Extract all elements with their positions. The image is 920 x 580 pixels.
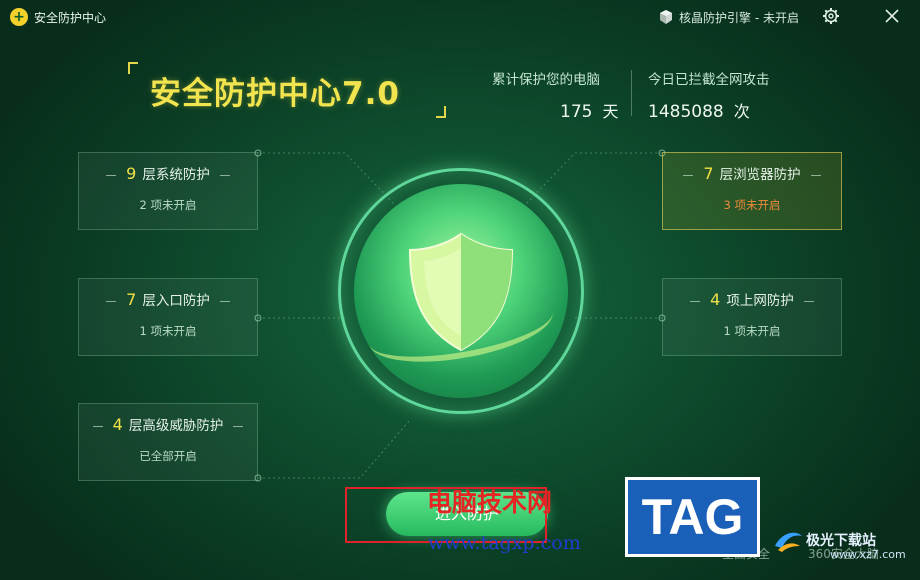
watermark-logo-icon bbox=[775, 532, 802, 552]
card-count: 4 bbox=[710, 290, 721, 309]
stat-value: 175 bbox=[560, 102, 593, 122]
card-status: 1 项未开启 bbox=[723, 324, 781, 338]
stat-protected-days: 累计保护您的电脑 175 天 bbox=[492, 68, 618, 122]
card-status: 3 项未开启 bbox=[723, 198, 781, 212]
stat-unit: 次 bbox=[733, 102, 750, 121]
card-title: 7 层浏览器防护 bbox=[663, 163, 841, 183]
headline-block: 安全防护中心7.0 bbox=[128, 62, 446, 118]
card-count: 4 bbox=[112, 415, 123, 434]
watermark-logo-url: www.xz7.com bbox=[830, 548, 906, 561]
stat-label: 今日已拦截全网攻击 bbox=[648, 72, 770, 88]
title-bar: + 安全防护中心 核晶防护引擎 - 未开启 bbox=[0, 0, 920, 34]
page-title: 安全防护中心7.0 bbox=[150, 76, 400, 112]
card-count: 7 bbox=[703, 164, 714, 183]
card-status: 2 项未开启 bbox=[139, 198, 197, 212]
watermark-logo-text: 极光下载站 bbox=[806, 533, 876, 549]
window-title: 安全防护中心 bbox=[34, 11, 107, 25]
stat-divider bbox=[631, 70, 632, 116]
card-label: 项上网防护 bbox=[726, 293, 794, 309]
app-window: + 安全防护中心 核晶防护引擎 - 未开启 安全防护中心7.0 累计保护您的电脑… bbox=[0, 0, 920, 580]
close-icon[interactable] bbox=[880, 5, 904, 27]
card-label: 层浏览器防护 bbox=[719, 167, 801, 183]
stat-value: 1485088 bbox=[648, 102, 724, 122]
card-title: 4 层高级威胁防护 bbox=[79, 414, 257, 434]
card-entry-protection[interactable]: 7 层入口防护 1 项未开启 bbox=[78, 278, 258, 356]
card-label: 层系统防护 bbox=[142, 167, 210, 183]
card-status: 1 项未开启 bbox=[139, 324, 197, 338]
card-title: 4 项上网防护 bbox=[663, 289, 841, 309]
bracket-decoration bbox=[436, 106, 446, 118]
card-browser-protection[interactable]: 7 层浏览器防护 3 项未开启 bbox=[662, 152, 842, 230]
watermark-tag-badge: TAG bbox=[625, 477, 760, 557]
card-title: 9 层系统防护 bbox=[79, 163, 257, 183]
stat-blocked-attacks: 今日已拦截全网攻击 1485088 次 bbox=[648, 68, 770, 122]
card-internet-protection[interactable]: 4 项上网防护 1 项未开启 bbox=[662, 278, 842, 356]
stat-value-row: 1485088 次 bbox=[648, 98, 770, 122]
stat-value-row: 175 天 bbox=[492, 98, 618, 122]
card-label: 层高级威胁防护 bbox=[128, 418, 224, 434]
stat-label: 累计保护您的电脑 bbox=[492, 72, 600, 88]
app-logo-icon: + bbox=[10, 8, 28, 26]
card-status: 已全部开启 bbox=[139, 449, 197, 463]
card-label: 层入口防护 bbox=[142, 293, 210, 309]
gear-icon[interactable] bbox=[820, 5, 842, 27]
shield-icon bbox=[408, 232, 514, 352]
card-system-protection[interactable]: 9 层系统防护 2 项未开启 bbox=[78, 152, 258, 230]
watermark-url: www.tagxp.com bbox=[428, 532, 581, 554]
card-count: 9 bbox=[126, 164, 137, 183]
cube-icon bbox=[660, 10, 672, 24]
watermark-site-name: 电脑技术网 bbox=[427, 488, 553, 517]
stat-unit: 天 bbox=[602, 102, 619, 121]
card-title: 7 层入口防护 bbox=[79, 289, 257, 309]
card-advanced-threat-protection[interactable]: 4 层高级威胁防护 已全部开启 bbox=[78, 403, 258, 481]
kernel-engine-toggle[interactable]: 核晶防护引擎 - 未开启 bbox=[658, 8, 799, 26]
card-count: 7 bbox=[126, 290, 137, 309]
kernel-engine-label: 核晶防护引擎 - 未开启 bbox=[679, 10, 799, 25]
protection-orb bbox=[338, 168, 584, 414]
bracket-decoration bbox=[128, 62, 138, 74]
